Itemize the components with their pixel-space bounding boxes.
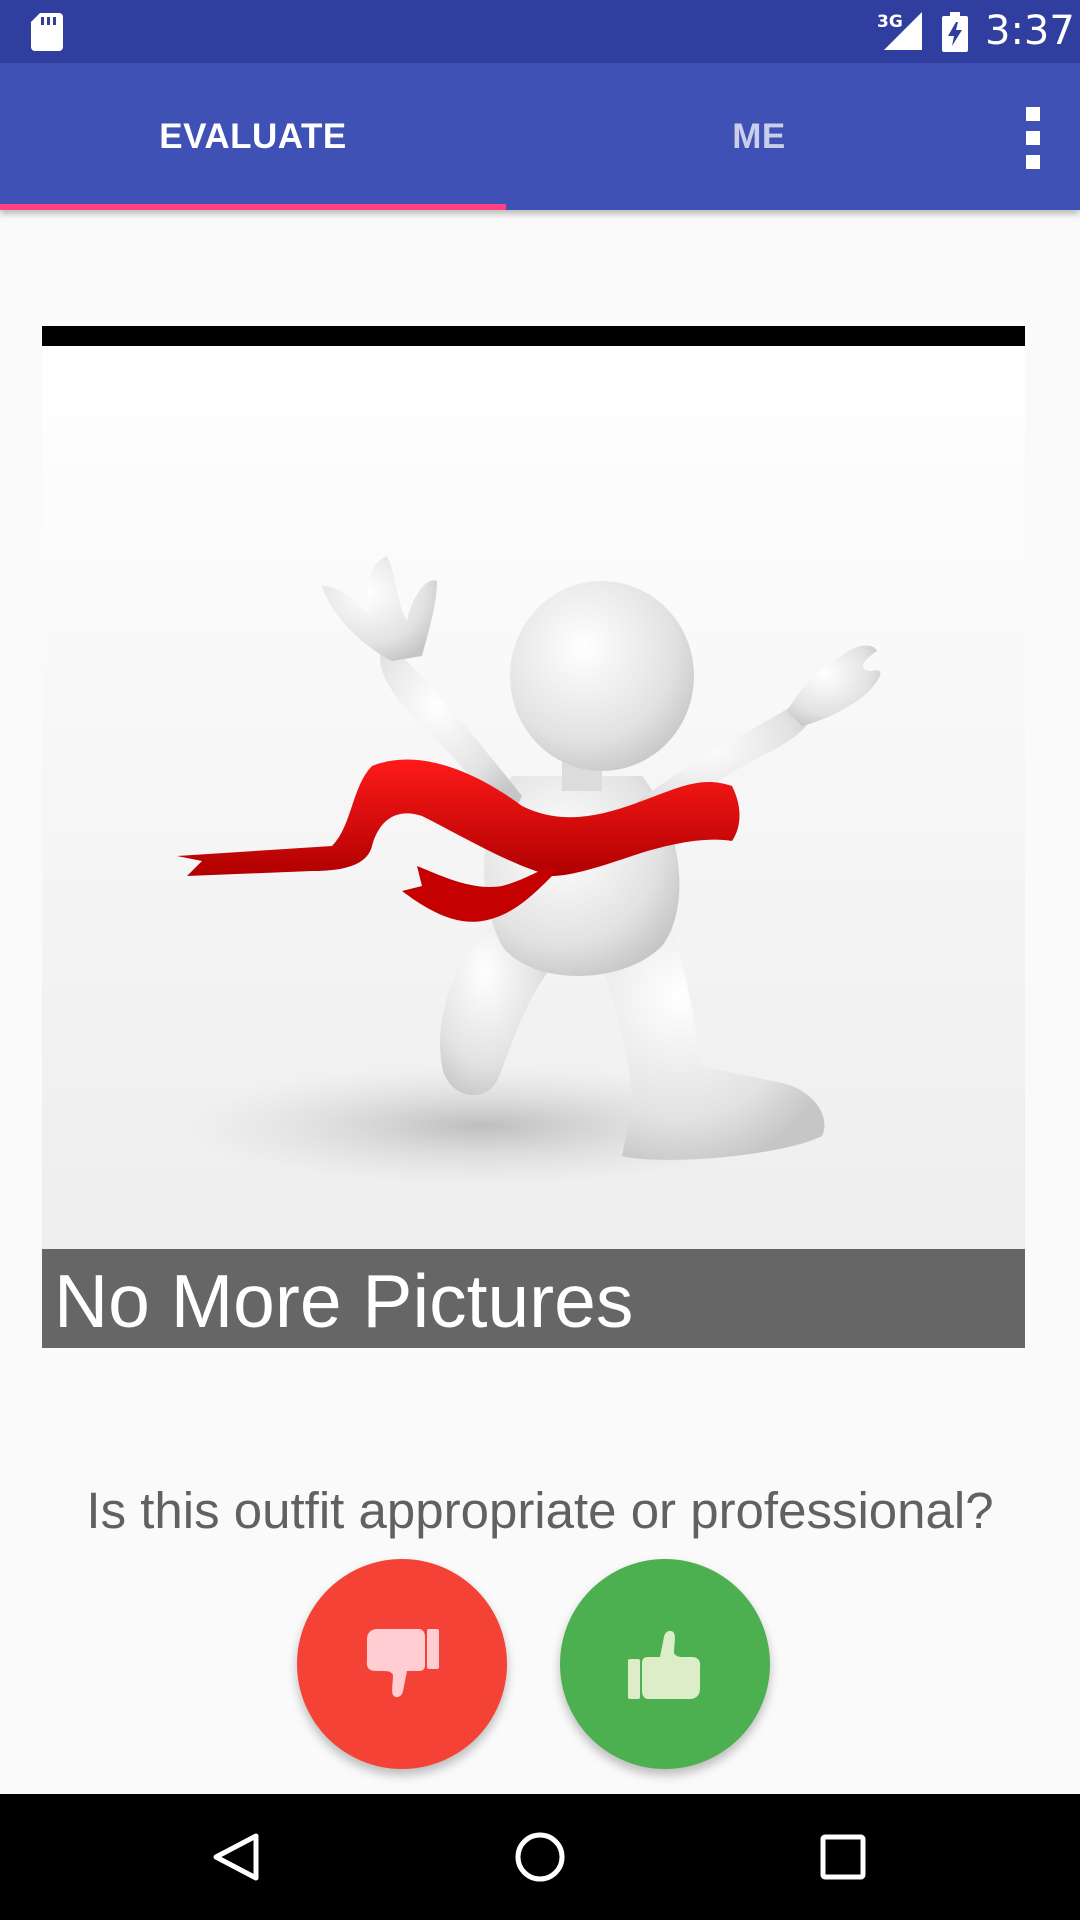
app-bar: EVALUATE ME	[0, 63, 1080, 210]
back-icon[interactable]	[186, 1812, 286, 1902]
thumbs-down-icon	[366, 1629, 439, 1698]
navigation-bar	[0, 1794, 1080, 1920]
home-icon[interactable]	[490, 1812, 590, 1902]
status-bar: 3G 3:37	[0, 0, 1080, 63]
picture-card: No More Pictures	[42, 326, 1025, 1348]
sd-card-icon	[31, 13, 63, 51]
like-button[interactable]	[560, 1559, 770, 1769]
tab-me[interactable]: ME	[506, 63, 1012, 210]
tab-evaluate[interactable]: EVALUATE	[0, 63, 506, 210]
more-vertical-icon[interactable]	[1012, 103, 1054, 173]
screen: 3G 3:37 EVALUATE ME No More Pictures Is …	[0, 0, 1080, 1920]
dislike-button[interactable]	[297, 1559, 507, 1769]
question-text: Is this outfit appropriate or profession…	[86, 1482, 994, 1539]
picture-caption: No More Pictures	[54, 1259, 634, 1343]
signal-icon	[884, 12, 922, 50]
thumbs-up-icon	[628, 1630, 701, 1699]
status-clock: 3:37	[985, 8, 1075, 54]
recents-icon[interactable]	[793, 1812, 893, 1902]
battery-charging-icon	[942, 12, 968, 52]
tab-indicator	[0, 204, 506, 210]
finish-line-figure-image: No More Pictures	[42, 346, 1025, 1348]
